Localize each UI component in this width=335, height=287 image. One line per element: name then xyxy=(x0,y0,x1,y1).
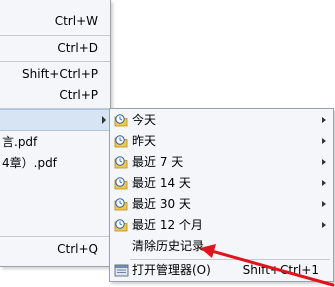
history-item-label: 今天 xyxy=(132,113,157,127)
file-menu: Ctrl+W Ctrl+D Shift+Ctrl+P Ctrl+P 言.pdf … xyxy=(0,0,111,267)
clear-history-label: 清除历史记录 xyxy=(132,239,205,253)
folder-clock-icon xyxy=(114,219,128,232)
history-item-last-7-days[interactable]: 最近 7 天 xyxy=(110,152,333,173)
folder-clock-icon xyxy=(114,114,128,127)
folder-clock-icon xyxy=(114,135,128,148)
menu-shortcut: Ctrl+D xyxy=(57,41,98,55)
menu-item-history[interactable] xyxy=(0,109,110,131)
history-item-yesterday[interactable]: 昨天 xyxy=(110,131,333,152)
history-item-last-30-days[interactable]: 最近 30 天 xyxy=(110,194,333,215)
history-item-label: 最近 7 天 xyxy=(132,155,184,169)
history-item-label: 最近 14 天 xyxy=(132,176,191,190)
menu-shortcut: Ctrl+W xyxy=(54,14,98,28)
menu-shortcut: Shift+Ctrl+P xyxy=(22,67,98,81)
chevron-right-icon xyxy=(322,222,326,228)
manager-icon xyxy=(114,264,129,277)
menu-item-exit[interactable]: Ctrl+Q xyxy=(0,238,110,260)
menu-shortcut: Ctrl+Q xyxy=(57,242,98,256)
menu-item-print-production[interactable]: Shift+Ctrl+P xyxy=(0,63,110,85)
folder-clock-icon xyxy=(114,177,128,190)
recent-file-item[interactable]: 言.pdf xyxy=(0,131,110,153)
history-item-label: 最近 12 个月 xyxy=(132,218,203,232)
menu-item-close[interactable]: Ctrl+W xyxy=(0,10,110,32)
chevron-right-icon xyxy=(322,180,326,186)
history-item-today[interactable]: 今天 xyxy=(110,110,333,131)
folder-clock-icon xyxy=(114,156,128,169)
annotation-arrow-icon xyxy=(200,244,335,287)
chevron-right-icon xyxy=(322,201,326,207)
chevron-right-icon xyxy=(322,117,326,123)
chevron-right-icon xyxy=(322,159,326,165)
recent-file-item[interactable]: 4章）.pdf xyxy=(0,152,110,174)
folder-clock-icon xyxy=(114,198,128,211)
history-item-last-14-days[interactable]: 最近 14 天 xyxy=(110,173,333,194)
menu-item-print[interactable]: Ctrl+P xyxy=(0,84,110,106)
menu-separator xyxy=(0,236,110,237)
chevron-right-icon xyxy=(322,138,326,144)
menu-separator xyxy=(0,61,110,62)
recent-file-label: 言.pdf xyxy=(2,135,38,149)
history-item-label: 最近 30 天 xyxy=(132,197,191,211)
menu-item-properties[interactable]: Ctrl+D xyxy=(0,37,110,59)
chevron-right-icon xyxy=(102,116,106,124)
recent-file-label: 4章）.pdf xyxy=(2,156,57,170)
menu-shortcut: Ctrl+P xyxy=(59,88,98,102)
history-item-label: 昨天 xyxy=(132,134,157,148)
history-item-last-12-months[interactable]: 最近 12 个月 xyxy=(110,215,333,236)
menu-separator xyxy=(0,35,110,36)
